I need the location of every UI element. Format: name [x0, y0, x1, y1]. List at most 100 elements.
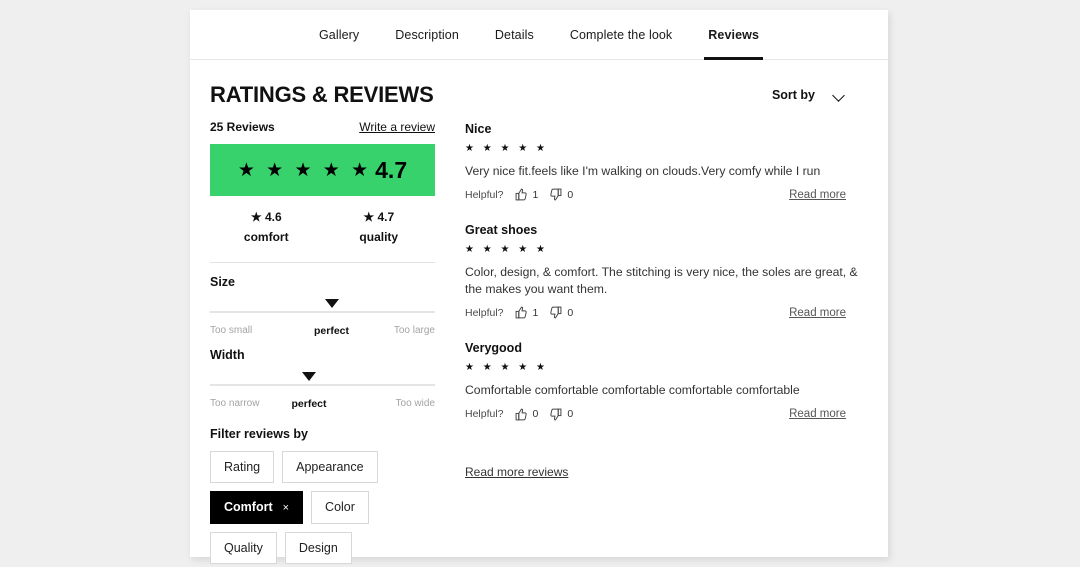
review-title: Nice: [465, 122, 868, 136]
sort-row: Sort by: [465, 88, 868, 102]
overall-rating-score: 4.7: [375, 159, 407, 182]
sort-by-button[interactable]: Sort by: [772, 88, 815, 102]
filter-chip-design[interactable]: Design: [285, 532, 352, 564]
size-slider-label-right: Too large: [394, 325, 435, 336]
width-slider-label-mid: perfect: [291, 398, 326, 410]
review-item: Great shoes★ ★ ★ ★ ★Color, design, & com…: [465, 223, 868, 319]
thumbs-down-count: 0: [567, 408, 573, 420]
review-footer: Helpful? 1 0 Read more: [465, 188, 868, 201]
filter-chip-label: Comfort: [224, 500, 273, 514]
filter-chip-label: Design: [299, 541, 338, 555]
sub-rating-comfort-label: comfort: [210, 230, 323, 244]
tab-gallery-label: Gallery: [319, 28, 359, 42]
overall-rating-banner: ★ ★ ★ ★ ★ 4.7: [210, 144, 435, 196]
thumbs-down-icon: [549, 306, 562, 319]
thumbs-up-count: 1: [533, 189, 539, 201]
filter-chip-label: Quality: [224, 541, 263, 555]
filter-chip-quality[interactable]: Quality: [210, 532, 277, 564]
thumbs-up-icon: [515, 408, 528, 421]
thumbs-up-button[interactable]: 1: [515, 306, 539, 319]
helpful-label: Helpful?: [465, 189, 504, 201]
sub-rating-quality-label: quality: [323, 230, 436, 244]
size-slider-label-left: Too small: [210, 325, 252, 336]
reviews-content: RATINGS & REVIEWS 25 Reviews Write a rev…: [190, 60, 888, 564]
thumbs-down-button[interactable]: 0: [549, 306, 573, 319]
thumbs-up-icon: [515, 188, 528, 201]
filter-chip-remove-icon[interactable]: ×: [283, 502, 289, 514]
tab-complete-the-look[interactable]: Complete the look: [570, 10, 672, 60]
thumbs-up-button[interactable]: 1: [515, 188, 539, 201]
product-reviews-card: Gallery Description Details Complete the…: [190, 10, 888, 557]
review-title: Great shoes: [465, 223, 868, 237]
reviews-summary-panel: RATINGS & REVIEWS 25 Reviews Write a rev…: [210, 82, 435, 564]
review-body-text: Comfortable comfortable comfortable comf…: [465, 382, 868, 398]
review-count-row: 25 Reviews Write a review: [210, 120, 435, 134]
thumbs-down-button[interactable]: 0: [549, 188, 573, 201]
write-a-review-link[interactable]: Write a review: [359, 120, 435, 134]
page-title: RATINGS & REVIEWS: [210, 82, 435, 108]
thumbs-up-count: 0: [533, 408, 539, 420]
review-count: 25 Reviews: [210, 120, 275, 134]
sub-rating-quality-score: ★ 4.7: [323, 210, 436, 224]
thumbs-down-count: 0: [567, 307, 573, 319]
filter-chip-label: Appearance: [296, 460, 363, 474]
review-star-rating: ★ ★ ★ ★ ★: [465, 143, 868, 154]
thumbs-up-count: 1: [533, 307, 539, 319]
review-title: Verygood: [465, 341, 868, 355]
read-more-link[interactable]: Read more: [789, 408, 846, 420]
size-slider-marker: [325, 299, 339, 308]
thumbs-up-icon: [515, 306, 528, 319]
sub-ratings: ★ 4.6 comfort ★ 4.7 quality: [210, 210, 435, 244]
size-slider-labels: Too small perfect Too large: [210, 325, 435, 336]
tab-details[interactable]: Details: [495, 10, 534, 60]
filter-chip-label: Rating: [224, 460, 260, 474]
filter-chip-color[interactable]: Color: [311, 491, 369, 524]
tab-gallery[interactable]: Gallery: [319, 10, 359, 60]
tab-details-label: Details: [495, 28, 534, 42]
width-slider-labels: Too narrow perfect Too wide: [210, 398, 435, 409]
review-body-text: Very nice fit.feels like I'm walking on …: [465, 163, 868, 179]
size-slider-track: [210, 311, 435, 313]
size-slider-title: Size: [210, 275, 435, 289]
thumbs-down-count: 0: [567, 189, 573, 201]
thumbs-down-icon: [549, 188, 562, 201]
product-section-nav: Gallery Description Details Complete the…: [190, 10, 888, 60]
width-slider-marker: [302, 372, 316, 381]
tab-description[interactable]: Description: [395, 10, 459, 60]
overall-rating-stars: ★ ★ ★ ★ ★: [238, 161, 371, 180]
review-item: Verygood ★ ★ ★ ★ ★ Comfortable comfortable…: [465, 341, 868, 420]
review-star-rating: ★ ★ ★ ★ ★: [465, 362, 868, 373]
size-slider-label-mid: perfect: [314, 325, 349, 337]
review-footer: Helpful?00Read more: [465, 408, 868, 421]
read-more-reviews-link[interactable]: Read more reviews: [465, 465, 568, 479]
tab-reviews-label: Reviews: [708, 28, 759, 42]
read-more-link[interactable]: Read more: [789, 189, 846, 201]
size-slider-track-wrap: [210, 305, 435, 319]
width-slider-track: [210, 384, 435, 386]
width-fit-slider: Width Too narrow perfect Too wide: [210, 348, 435, 409]
filter-reviews-title: Filter reviews by: [210, 427, 435, 441]
width-slider-label-left: Too narrow: [210, 398, 259, 409]
read-more-link[interactable]: Read more: [789, 307, 846, 319]
chevron-down-icon[interactable]: [833, 91, 846, 99]
filter-chip-label: Color: [325, 500, 355, 514]
sub-rating-quality: ★ 4.7 quality: [323, 210, 436, 244]
sub-rating-comfort: ★ 4.6 comfort: [210, 210, 323, 244]
divider: [210, 262, 435, 263]
filter-chip-appearance[interactable]: Appearance: [282, 451, 377, 483]
reviews-list-panel: Sort by Nice ★ ★ ★ ★ ★ Very nice fit.feels…: [435, 82, 868, 564]
thumbs-up-button[interactable]: 0: [515, 408, 539, 421]
reviews-list: Nice ★ ★ ★ ★ ★ Very nice fit.feels like I'…: [465, 122, 868, 421]
width-slider-label-right: Too wide: [396, 398, 435, 409]
filter-chip-rating[interactable]: Rating: [210, 451, 274, 483]
review-footer: Helpful?10Read more: [465, 306, 868, 319]
width-slider-track-wrap: [210, 378, 435, 392]
thumbs-down-icon: [549, 408, 562, 421]
thumbs-down-button[interactable]: 0: [549, 408, 573, 421]
width-slider-title: Width: [210, 348, 435, 362]
review-body-text: Color, design, & comfort. The stitching …: [465, 264, 868, 297]
filter-chip-row: Rating Appearance Comfort × Color Quality Desi…: [210, 451, 435, 564]
review-item: Nice ★ ★ ★ ★ ★ Very nice fit.feels like I'…: [465, 122, 868, 201]
filter-chip-comfort[interactable]: Comfort ×: [210, 491, 303, 524]
tab-reviews[interactable]: Reviews: [708, 10, 759, 60]
